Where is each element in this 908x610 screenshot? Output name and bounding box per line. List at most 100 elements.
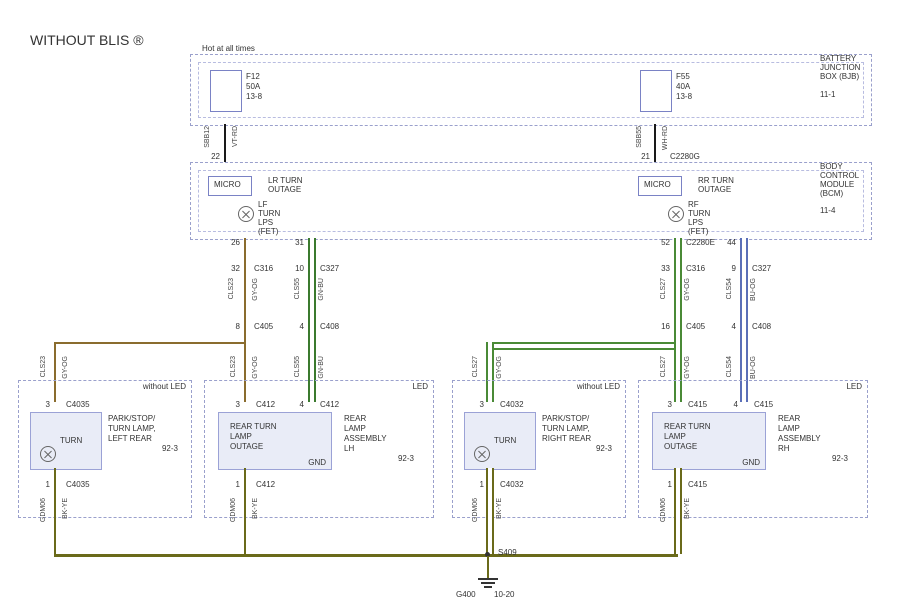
rtlo-r-t3: OUTAGE — [664, 442, 697, 451]
conn-c412: C412 — [256, 400, 275, 409]
g400-lbl: G400 — [456, 590, 476, 599]
pin-c4032-b: 1 — [468, 480, 484, 489]
pstl-t2: TURN LAMP, — [108, 424, 155, 433]
wire-whrd-lbl: WH-RD — [662, 126, 669, 150]
pstl-t1: PARK/STOP/ — [108, 414, 155, 423]
gyog-lbl-r: GY-OG — [684, 278, 691, 301]
fuse-f12 — [210, 70, 242, 112]
rla-rh-t2: LAMP — [778, 424, 800, 433]
pstl-ref: 92-3 — [138, 444, 178, 453]
conn-c408-r: C408 — [752, 322, 771, 331]
diagram-title: WITHOUT BLIS ® — [30, 32, 144, 48]
bcm-micro-r-lbl: MICRO — [644, 180, 671, 189]
fuse-f12-id: F12 — [246, 72, 260, 81]
conn-c405-l: C405 — [254, 322, 273, 331]
pin-c412-b: 1 — [224, 480, 240, 489]
cls23-lbl2: CLS23 — [40, 356, 47, 377]
turn-lamp-icon-r — [474, 446, 490, 462]
pstl-turn: TURN — [60, 436, 82, 445]
cls27-h — [488, 342, 678, 350]
lamp-icon — [238, 206, 254, 222]
pin-c415-t2: 4 — [722, 400, 738, 409]
cls54-v1 — [740, 238, 748, 328]
pstr-t2: TURN LAMP, — [542, 424, 589, 433]
cls54-lbl: CLS54 — [726, 278, 733, 299]
cls27-lbl2: CLS27 — [472, 356, 479, 377]
wiring-diagram: { "title": "WITHOUT BLIS ®", "header": {… — [0, 0, 908, 610]
rla-rh-t1: REAR — [778, 414, 800, 423]
pin-bcm-r1: 52 — [652, 238, 670, 247]
fuse-f55-id: F55 — [676, 72, 690, 81]
cls23-lbl3: CLS23 — [230, 356, 237, 377]
bcm-out-l: LR TURN OUTAGE — [268, 176, 303, 194]
pin-c4035-t: 3 — [34, 400, 50, 409]
gnd-l: GND — [290, 458, 326, 467]
rla-lh-ref: 92-3 — [374, 454, 414, 463]
rtlo-r-t2: LAMP — [664, 432, 686, 441]
conn-c415: C415 — [688, 400, 707, 409]
gdm06-b — [244, 468, 246, 554]
bcm-fet-r: RF TURN LPS (FET) — [688, 200, 710, 236]
fuse-f12-sh: 13-8 — [246, 92, 262, 101]
s409-lbl: S409 — [498, 548, 517, 557]
pin-bcm-l1: 26 — [222, 238, 240, 247]
rtlo-t2: LAMP — [230, 432, 252, 441]
conn-c408-l: C408 — [320, 322, 339, 331]
conn-c316-l: C316 — [254, 264, 273, 273]
wo-led-r: without LED — [574, 382, 620, 391]
bcm-name: BODY CONTROL MODULE (BCM) — [820, 162, 890, 198]
conn-c4035: C4035 — [66, 400, 90, 409]
conn-c2280g: C2280G — [670, 152, 700, 161]
pstr-turn: TURN — [494, 436, 516, 445]
ground-icon — [478, 578, 498, 588]
gyog-lbl5: GY-OG — [684, 356, 691, 379]
wo-led-l: without LED — [140, 382, 186, 391]
rla-lh-t2: LAMP — [344, 424, 366, 433]
conn-c327-r: C327 — [752, 264, 771, 273]
gdm06-c — [486, 468, 494, 554]
gyog-lbl3: GY-OG — [252, 356, 259, 379]
fuse-f55-a: 40A — [676, 82, 690, 91]
gnd-drop — [487, 556, 489, 578]
buog-lbl: BU-OG — [750, 278, 757, 301]
pin-c412-t2: 4 — [288, 400, 304, 409]
gyog-lbl2: GY-OG — [62, 356, 69, 379]
fuse-f12-a: 50A — [246, 82, 260, 91]
gnd-r: GND — [724, 458, 760, 467]
conn-c412b: C412 — [320, 400, 339, 409]
rla-rh-t4: RH — [778, 444, 790, 453]
pstr-t1: PARK/STOP/ — [542, 414, 589, 423]
cls54-lbl2: CLS54 — [726, 356, 733, 377]
pin-c408-l: 4 — [286, 322, 304, 331]
conn-c412-b: C412 — [256, 480, 275, 489]
bcm-ref: 11-4 — [820, 206, 835, 215]
gyog-lbl: GY-OG — [252, 278, 259, 301]
pin-bcm-r2: 44 — [718, 238, 736, 247]
g400-ref: 10-20 — [494, 590, 514, 599]
pstl-t3: LEFT REAR — [108, 434, 152, 443]
rla-rh-ref: 92-3 — [808, 454, 848, 463]
cls23-h — [54, 342, 246, 344]
bcm-fet-l: LF TURN LPS (FET) — [258, 200, 280, 236]
pin-bjb-r: 21 — [630, 152, 650, 161]
pin-c4032-t: 3 — [468, 400, 484, 409]
pin-c327-r: 9 — [718, 264, 736, 273]
bjb-ref: 11-1 — [820, 90, 835, 99]
gdm06-a-l: GDM06 — [40, 498, 47, 522]
gdm06-d-l: GDM06 — [660, 498, 667, 522]
hot-label: Hot at all times — [202, 44, 255, 53]
cls27-v1 — [674, 238, 682, 328]
cls27-lbl: CLS27 — [660, 278, 667, 299]
bkye-d: BK-YE — [684, 498, 691, 519]
pstr-ref: 92-3 — [572, 444, 612, 453]
lamp-icon-r — [668, 206, 684, 222]
cls23-lbl: CLS23 — [228, 278, 235, 299]
fuse-f55-sh: 13-8 — [676, 92, 692, 101]
rla-rh-t3: ASSEMBLY — [778, 434, 821, 443]
bcm-micro-l-lbl: MICRO — [214, 180, 241, 189]
fuse-f55 — [640, 70, 672, 112]
gdm06-d — [674, 468, 682, 554]
bcm-out-r: RR TURN OUTAGE — [698, 176, 734, 194]
pin-c4035-b: 1 — [34, 480, 50, 489]
wire-sbb12 — [224, 124, 226, 162]
